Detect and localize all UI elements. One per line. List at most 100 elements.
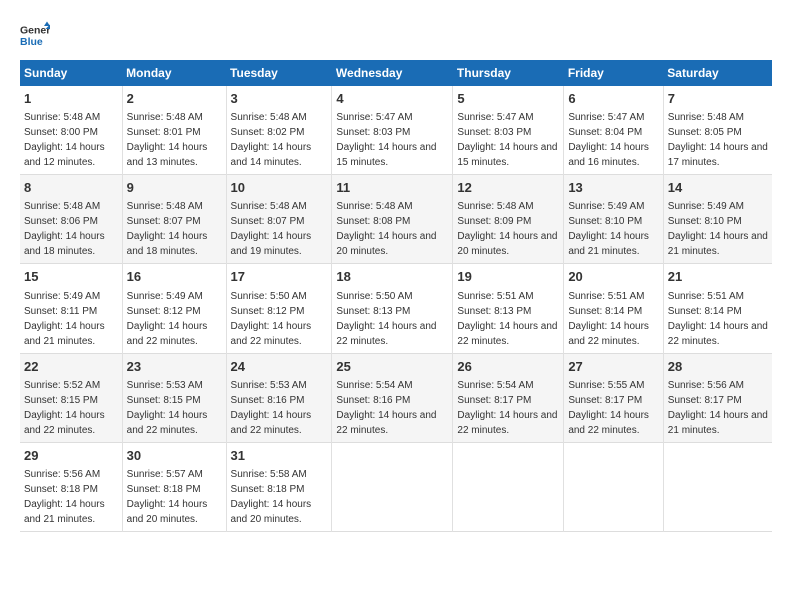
calendar-cell: 29 Sunrise: 5:56 AM Sunset: 8:18 PM Dayli… xyxy=(20,442,122,531)
day-number: 26 xyxy=(457,358,559,376)
day-info: Sunrise: 5:48 AM Sunset: 8:06 PM Dayligh… xyxy=(24,199,118,259)
day-info: Sunrise: 5:48 AM Sunset: 8:01 PM Dayligh… xyxy=(127,110,222,170)
day-number: 2 xyxy=(127,90,222,108)
calendar-cell: 14 Sunrise: 5:49 AM Sunset: 8:10 PM Dayli… xyxy=(663,175,772,264)
day-info: Sunrise: 5:47 AM Sunset: 8:04 PM Dayligh… xyxy=(568,110,658,170)
calendar-cell: 8 Sunrise: 5:48 AM Sunset: 8:06 PM Daylig… xyxy=(20,175,122,264)
header-thursday: Thursday xyxy=(453,60,564,86)
calendar-header-row: SundayMondayTuesdayWednesdayThursdayFrid… xyxy=(20,60,772,86)
day-number: 4 xyxy=(336,90,448,108)
day-info: Sunrise: 5:47 AM Sunset: 8:03 PM Dayligh… xyxy=(457,110,559,170)
day-number: 29 xyxy=(24,447,118,465)
week-row-3: 15 Sunrise: 5:49 AM Sunset: 8:11 PM Dayli… xyxy=(20,264,772,353)
calendar-cell xyxy=(663,442,772,531)
day-info: Sunrise: 5:48 AM Sunset: 8:02 PM Dayligh… xyxy=(231,110,328,170)
day-info: Sunrise: 5:47 AM Sunset: 8:03 PM Dayligh… xyxy=(336,110,448,170)
calendar-cell: 21 Sunrise: 5:51 AM Sunset: 8:14 PM Dayli… xyxy=(663,264,772,353)
day-info: Sunrise: 5:48 AM Sunset: 8:09 PM Dayligh… xyxy=(457,199,559,259)
day-info: Sunrise: 5:50 AM Sunset: 8:13 PM Dayligh… xyxy=(336,289,448,349)
header-monday: Monday xyxy=(122,60,226,86)
calendar-cell: 15 Sunrise: 5:49 AM Sunset: 8:11 PM Dayli… xyxy=(20,264,122,353)
day-info: Sunrise: 5:51 AM Sunset: 8:14 PM Dayligh… xyxy=(668,289,768,349)
calendar-cell: 27Sunrise: 5:55 AM Sunset: 8:17 PM Dayli… xyxy=(564,353,663,442)
calendar-cell: 12 Sunrise: 5:48 AM Sunset: 8:09 PM Dayli… xyxy=(453,175,564,264)
calendar-cell: 10 Sunrise: 5:48 AM Sunset: 8:07 PM Dayli… xyxy=(226,175,332,264)
day-number: 25 xyxy=(336,358,448,376)
calendar-cell: 18 Sunrise: 5:50 AM Sunset: 8:13 PM Dayli… xyxy=(332,264,453,353)
calendar-cell: 26 Sunrise: 5:54 AM Sunset: 8:17 PM Dayli… xyxy=(453,353,564,442)
day-info: Sunrise: 5:54 AM Sunset: 8:17 PM Dayligh… xyxy=(457,378,559,438)
calendar-cell: 5 Sunrise: 5:47 AM Sunset: 8:03 PM Daylig… xyxy=(453,86,564,175)
day-number: 14 xyxy=(668,179,768,197)
day-info: Sunrise: 5:48 AM Sunset: 8:08 PM Dayligh… xyxy=(336,199,448,259)
day-number: 7 xyxy=(668,90,768,108)
calendar-cell: 19Sunrise: 5:51 AM Sunset: 8:13 PM Dayli… xyxy=(453,264,564,353)
header-wednesday: Wednesday xyxy=(332,60,453,86)
day-info: Sunrise: 5:51 AM Sunset: 8:13 PM Dayligh… xyxy=(457,289,559,349)
day-info: Sunrise: 5:54 AM Sunset: 8:16 PM Dayligh… xyxy=(336,378,448,438)
page-header: General Blue xyxy=(20,20,772,50)
day-number: 22 xyxy=(24,358,118,376)
calendar-cell xyxy=(332,442,453,531)
day-number: 10 xyxy=(231,179,328,197)
day-number: 31 xyxy=(231,447,328,465)
calendar-cell: 24 Sunrise: 5:53 AM Sunset: 8:16 PM Dayli… xyxy=(226,353,332,442)
day-info: Sunrise: 5:51 AM Sunset: 8:14 PM Dayligh… xyxy=(568,289,658,349)
day-info: Sunrise: 5:57 AM Sunset: 8:18 PM Dayligh… xyxy=(127,467,222,527)
day-number: 1 xyxy=(24,90,118,108)
calendar-cell: 9 Sunrise: 5:48 AM Sunset: 8:07 PM Daylig… xyxy=(122,175,226,264)
svg-text:Blue: Blue xyxy=(20,36,43,48)
day-info: Sunrise: 5:49 AM Sunset: 8:10 PM Dayligh… xyxy=(568,199,658,259)
day-number: 24 xyxy=(231,358,328,376)
calendar-table: SundayMondayTuesdayWednesdayThursdayFrid… xyxy=(20,60,772,532)
header-saturday: Saturday xyxy=(663,60,772,86)
day-number: 9 xyxy=(127,179,222,197)
day-number: 11 xyxy=(336,179,448,197)
calendar-cell: 11 Sunrise: 5:48 AM Sunset: 8:08 PM Dayli… xyxy=(332,175,453,264)
logo-icon: General Blue xyxy=(20,20,50,50)
header-tuesday: Tuesday xyxy=(226,60,332,86)
calendar-cell: 2 Sunrise: 5:48 AM Sunset: 8:01 PM Daylig… xyxy=(122,86,226,175)
day-number: 8 xyxy=(24,179,118,197)
day-info: Sunrise: 5:49 AM Sunset: 8:11 PM Dayligh… xyxy=(24,289,118,349)
day-number: 12 xyxy=(457,179,559,197)
day-info: Sunrise: 5:48 AM Sunset: 8:07 PM Dayligh… xyxy=(127,199,222,259)
day-number: 5 xyxy=(457,90,559,108)
day-info: Sunrise: 5:49 AM Sunset: 8:10 PM Dayligh… xyxy=(668,199,768,259)
day-info: Sunrise: 5:53 AM Sunset: 8:15 PM Dayligh… xyxy=(127,378,222,438)
calendar-cell: 25 Sunrise: 5:54 AM Sunset: 8:16 PM Dayli… xyxy=(332,353,453,442)
week-row-1: 1Sunrise: 5:48 AM Sunset: 8:00 PM Daylig… xyxy=(20,86,772,175)
calendar-cell: 3 Sunrise: 5:48 AM Sunset: 8:02 PM Daylig… xyxy=(226,86,332,175)
day-number: 15 xyxy=(24,268,118,286)
day-number: 28 xyxy=(668,358,768,376)
day-info: Sunrise: 5:49 AM Sunset: 8:12 PM Dayligh… xyxy=(127,289,222,349)
day-number: 20 xyxy=(568,268,658,286)
calendar-cell: 22 Sunrise: 5:52 AM Sunset: 8:15 PM Dayli… xyxy=(20,353,122,442)
calendar-cell: 23Sunrise: 5:53 AM Sunset: 8:15 PM Dayli… xyxy=(122,353,226,442)
header-sunday: Sunday xyxy=(20,60,122,86)
calendar-cell xyxy=(453,442,564,531)
calendar-cell: 4 Sunrise: 5:47 AM Sunset: 8:03 PM Daylig… xyxy=(332,86,453,175)
logo: General Blue xyxy=(20,20,50,50)
day-info: Sunrise: 5:55 AM Sunset: 8:17 PM Dayligh… xyxy=(568,378,658,438)
day-info: Sunrise: 5:53 AM Sunset: 8:16 PM Dayligh… xyxy=(231,378,328,438)
calendar-cell: 17 Sunrise: 5:50 AM Sunset: 8:12 PM Dayli… xyxy=(226,264,332,353)
day-number: 21 xyxy=(668,268,768,286)
calendar-cell: 30 Sunrise: 5:57 AM Sunset: 8:18 PM Dayli… xyxy=(122,442,226,531)
day-info: Sunrise: 5:56 AM Sunset: 8:18 PM Dayligh… xyxy=(24,467,118,527)
calendar-cell: 20 Sunrise: 5:51 AM Sunset: 8:14 PM Dayli… xyxy=(564,264,663,353)
day-info: Sunrise: 5:58 AM Sunset: 8:18 PM Dayligh… xyxy=(231,467,328,527)
day-info: Sunrise: 5:52 AM Sunset: 8:15 PM Dayligh… xyxy=(24,378,118,438)
day-number: 3 xyxy=(231,90,328,108)
day-number: 6 xyxy=(568,90,658,108)
day-number: 18 xyxy=(336,268,448,286)
calendar-cell: 28Sunrise: 5:56 AM Sunset: 8:17 PM Dayli… xyxy=(663,353,772,442)
day-number: 17 xyxy=(231,268,328,286)
day-info: Sunrise: 5:48 AM Sunset: 8:07 PM Dayligh… xyxy=(231,199,328,259)
calendar-cell: 31 Sunrise: 5:58 AM Sunset: 8:18 PM Dayli… xyxy=(226,442,332,531)
day-info: Sunrise: 5:50 AM Sunset: 8:12 PM Dayligh… xyxy=(231,289,328,349)
day-number: 30 xyxy=(127,447,222,465)
week-row-4: 22 Sunrise: 5:52 AM Sunset: 8:15 PM Dayli… xyxy=(20,353,772,442)
day-info: Sunrise: 5:48 AM Sunset: 8:05 PM Dayligh… xyxy=(668,110,768,170)
calendar-cell: 16Sunrise: 5:49 AM Sunset: 8:12 PM Dayli… xyxy=(122,264,226,353)
